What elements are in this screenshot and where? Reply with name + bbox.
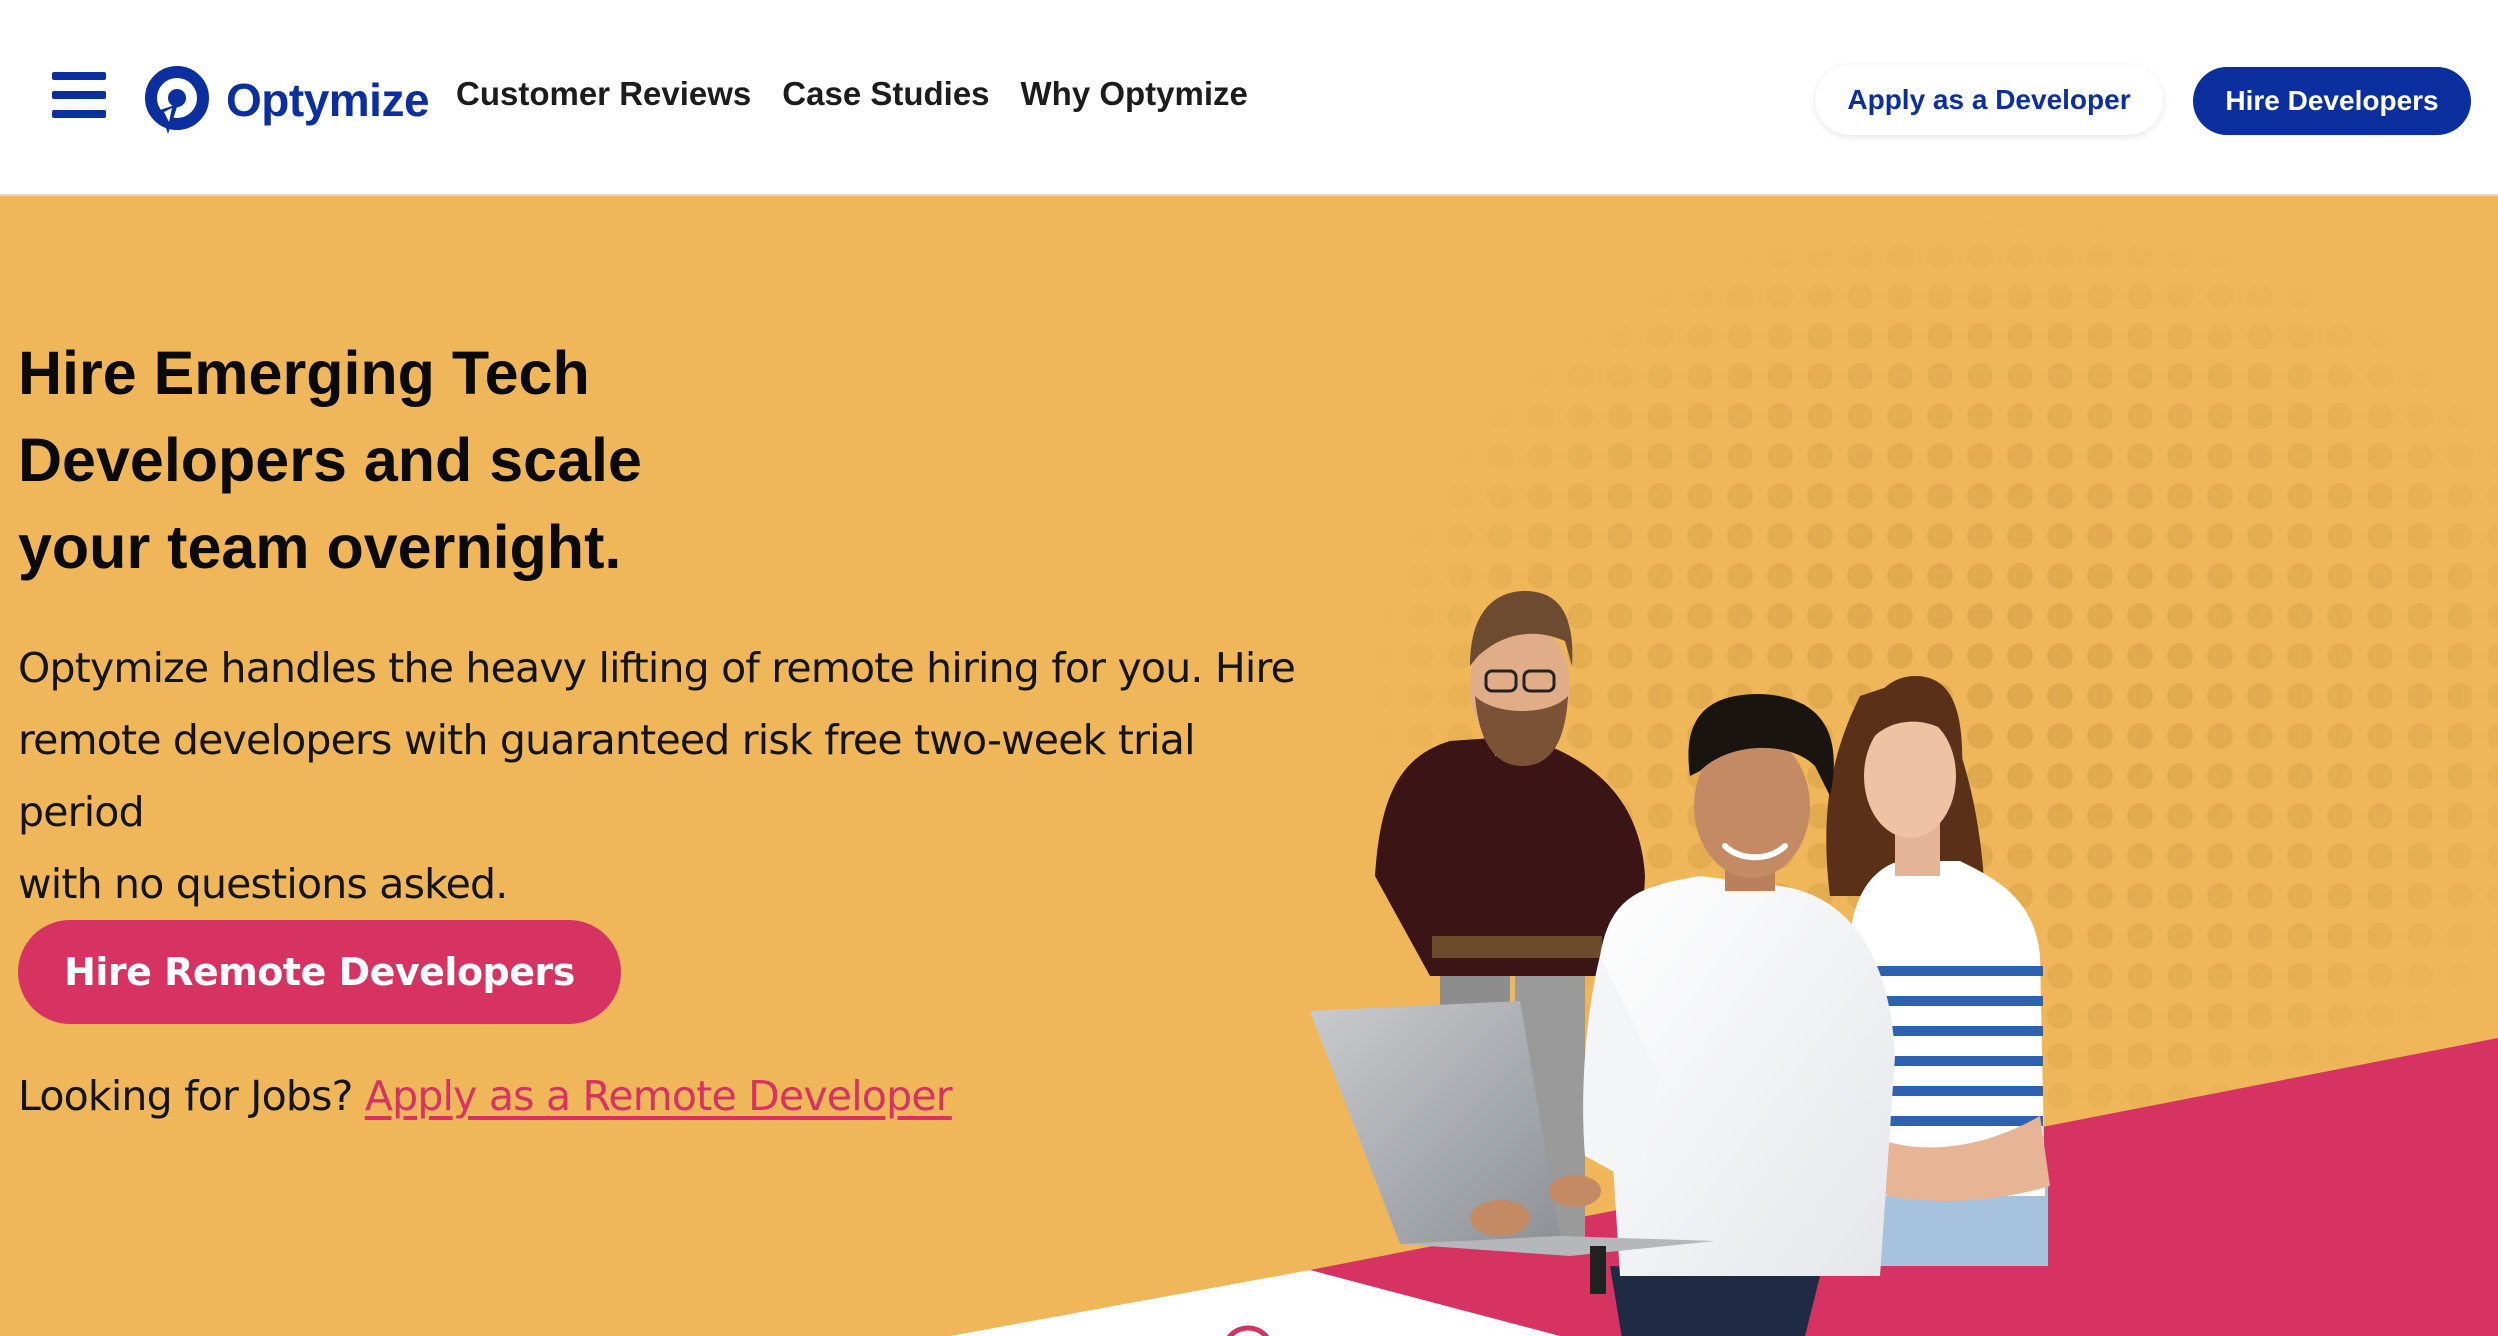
- logo-text: Optymize: [226, 74, 430, 126]
- headline-line: your team overnight.: [18, 513, 622, 581]
- subtext-line: with no questions asked.: [18, 860, 508, 908]
- hire-developers-button[interactable]: Hire Developers: [2193, 67, 2471, 135]
- apply-remote-developer-link[interactable]: Apply as a Remote Developer: [365, 1072, 953, 1120]
- subtext-line: Optymize handles the heavy lifting of re…: [18, 644, 1296, 692]
- optymize-logo-icon: [145, 66, 209, 134]
- subtext-line: remote developers with guaranteed risk f…: [18, 716, 1195, 836]
- hamburger-bar: [52, 91, 106, 99]
- hero-headline: Hire Emerging Tech Developers and scale yo…: [18, 330, 778, 591]
- jobs-prompt: Looking for Jobs?: [18, 1072, 353, 1120]
- site-header: Optymize Customer Reviews Case Studies W…: [0, 0, 2498, 196]
- nav-customer-reviews[interactable]: Customer Reviews: [456, 72, 751, 116]
- hire-remote-developers-button[interactable]: Hire Remote Developers: [18, 920, 621, 1024]
- nav-why-optymize[interactable]: Why Optymize: [1021, 72, 1248, 116]
- jobs-line: Looking for Jobs? Apply as a Remote Deve…: [18, 1072, 953, 1120]
- hero-subtext: Optymize handles the heavy lifting of re…: [18, 632, 1318, 920]
- headline-line: Hire Emerging Tech: [18, 339, 590, 407]
- apply-developer-button[interactable]: Apply as a Developer: [1815, 65, 2163, 135]
- headline-line: Developers and scale: [18, 426, 642, 494]
- hamburger-menu-icon[interactable]: [52, 70, 108, 120]
- hero-section: Hire Emerging Tech Developers and scale yo…: [0, 196, 2498, 1336]
- nav-case-studies[interactable]: Case Studies: [782, 72, 989, 116]
- hamburger-bar: [52, 72, 106, 80]
- main-nav: Customer Reviews Case Studies Why Optymi…: [456, 72, 1248, 116]
- hamburger-bar: [52, 110, 106, 118]
- logo[interactable]: Optymize: [142, 64, 430, 136]
